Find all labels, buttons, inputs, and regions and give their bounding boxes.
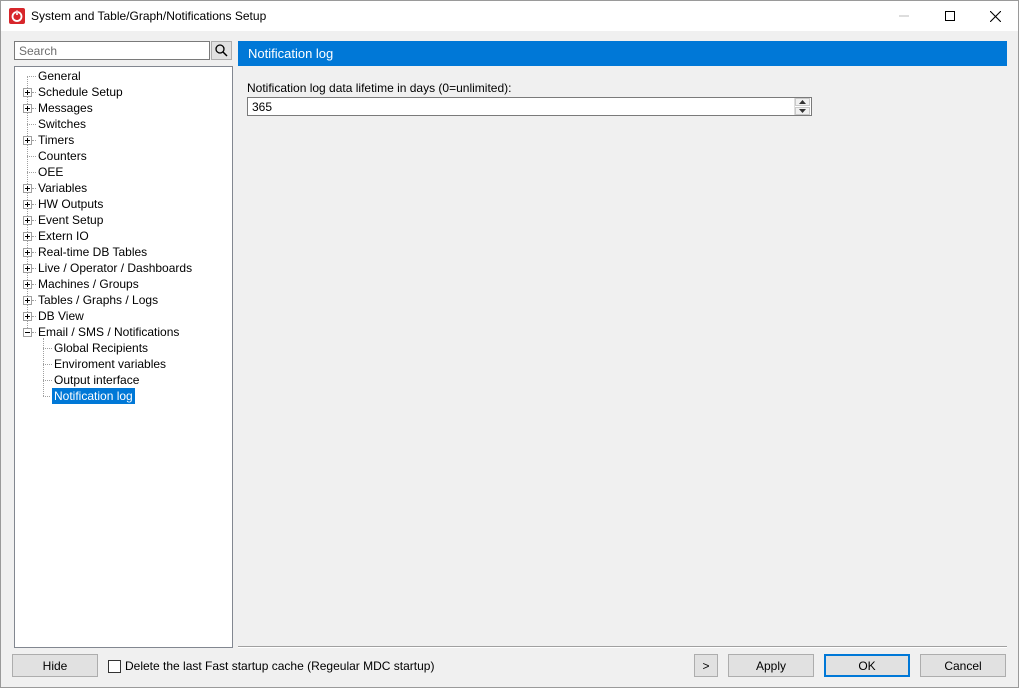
tree-item-label: Schedule Setup: [38, 85, 123, 99]
spin-buttons: [794, 98, 811, 115]
spin-down-button[interactable]: [795, 107, 810, 115]
hide-button[interactable]: Hide: [12, 654, 98, 677]
search-button[interactable]: [211, 41, 232, 60]
maximize-button[interactable]: [927, 1, 972, 31]
arrow-up-icon: [799, 100, 806, 104]
search-icon: [215, 44, 228, 57]
tree-item[interactable]: Schedule Setup: [15, 84, 230, 100]
search-input[interactable]: [15, 42, 213, 59]
expand-icon[interactable]: [23, 232, 32, 241]
more-button[interactable]: >: [694, 654, 718, 677]
tree-item-label: Live / Operator / Dashboards: [38, 261, 193, 275]
tree-connector: [43, 338, 44, 396]
expand-icon[interactable]: [23, 280, 32, 289]
tree-item-label: HW Outputs: [38, 197, 104, 211]
tree-item-label: Variables: [38, 181, 88, 195]
arrow-down-icon: [799, 109, 806, 113]
tree-item[interactable]: Switches: [15, 116, 230, 132]
tree-item[interactable]: Real-time DB Tables: [15, 244, 230, 260]
startup-cache-label: Delete the last Fast startup cache (Rege…: [125, 659, 435, 673]
expand-icon[interactable]: [23, 104, 32, 113]
tree-item-label: Output interface: [54, 373, 140, 387]
tree-item-label: Tables / Graphs / Logs: [38, 293, 159, 307]
tree-item-label: Global Recipients: [54, 341, 149, 355]
tree-item-label: Counters: [38, 149, 87, 163]
apply-button[interactable]: Apply: [728, 654, 814, 677]
expand-icon[interactable]: [23, 248, 32, 257]
tree-connector: [43, 364, 52, 365]
tree-item[interactable]: Extern IO: [15, 228, 230, 244]
close-icon: [990, 10, 1001, 22]
tree-item-label: Machines / Groups: [38, 277, 139, 291]
tree-item[interactable]: Timers: [15, 132, 230, 148]
tree-connector: [43, 348, 52, 349]
tree-item-label: Extern IO: [38, 229, 89, 243]
maximize-icon: [944, 11, 955, 21]
tree-item-label: OEE: [38, 165, 64, 179]
lifetime-label: Notification log data lifetime in days (…: [247, 81, 512, 95]
tree-connector: [27, 156, 36, 157]
tree-item-label: General: [38, 69, 81, 83]
tree-item-label: Email / SMS / Notifications: [38, 325, 180, 339]
expand-icon[interactable]: [23, 264, 32, 273]
cancel-button[interactable]: Cancel: [920, 654, 1006, 677]
collapse-icon[interactable]: [23, 328, 32, 337]
tree-connector: [43, 396, 52, 397]
settings-tree[interactable]: General Schedule Setup Messages Switches Tim…: [14, 66, 233, 648]
expand-icon[interactable]: [23, 216, 32, 225]
expand-icon[interactable]: [23, 200, 32, 209]
tree-item-label: Real-time DB Tables: [38, 245, 148, 259]
tree-item-label: Timers: [38, 133, 75, 147]
startup-cache-option[interactable]: Delete the last Fast startup cache (Rege…: [108, 658, 434, 674]
title-bar[interactable]: System and Table/Graph/Notifications Set…: [1, 1, 1018, 31]
tree-item[interactable]: Machines / Groups: [15, 276, 230, 292]
tree-connector: [27, 124, 36, 125]
tree-item[interactable]: Counters: [15, 148, 230, 164]
tree-item[interactable]: Output interface: [15, 372, 230, 388]
tree-item[interactable]: Enviroment variables: [15, 356, 230, 372]
window-title: System and Table/Graph/Notifications Set…: [31, 9, 267, 23]
tree-item[interactable]: General: [15, 68, 230, 84]
tree-connector: [27, 76, 36, 77]
tree-item[interactable]: Tables / Graphs / Logs: [15, 292, 230, 308]
tree-item-label: Notification log: [51, 387, 136, 405]
tree-item-label: Enviroment variables: [54, 357, 167, 371]
tree-item-label: DB View: [38, 309, 84, 323]
expand-icon[interactable]: [23, 312, 32, 321]
startup-cache-checkbox[interactable]: [108, 659, 121, 673]
tree-item-label: Event Setup: [38, 213, 104, 227]
tree-item[interactable]: Email / SMS / Notifications: [15, 324, 230, 340]
minimize-button[interactable]: [881, 1, 926, 31]
lifetime-input[interactable]: [248, 98, 796, 115]
tree-item[interactable]: Variables: [15, 180, 230, 196]
search-field[interactable]: [14, 41, 213, 60]
tree-item[interactable]: HW Outputs: [15, 196, 230, 212]
tree-item-label: Messages: [38, 101, 93, 115]
tree-item[interactable]: Messages: [15, 100, 230, 116]
spin-up-button[interactable]: [795, 98, 810, 106]
tree-connector: [27, 172, 36, 173]
panel-title: Notification log: [238, 41, 1007, 66]
lifetime-spinbox[interactable]: [247, 97, 812, 116]
tree-item[interactable]: DB View: [15, 308, 230, 324]
footer-divider: [238, 646, 1007, 648]
expand-icon[interactable]: [23, 88, 32, 97]
tree-connector: [43, 380, 52, 381]
ok-button[interactable]: OK: [824, 654, 910, 677]
tree-item-label: Switches: [38, 117, 87, 131]
expand-icon[interactable]: [23, 184, 32, 193]
close-button[interactable]: [973, 1, 1018, 31]
tree-item[interactable]: Global Recipients: [15, 340, 230, 356]
tree-item[interactable]: Event Setup: [15, 212, 230, 228]
expand-icon[interactable]: [23, 296, 32, 305]
tree-item[interactable]: Notification log: [15, 387, 230, 405]
app-logo-icon: [9, 8, 25, 24]
setup-window: System and Table/Graph/Notifications Set…: [0, 0, 1019, 688]
minimize-icon: [898, 15, 909, 17]
tree-item[interactable]: Live / Operator / Dashboards: [15, 260, 230, 276]
tree-item[interactable]: OEE: [15, 164, 230, 180]
expand-icon[interactable]: [23, 136, 32, 145]
